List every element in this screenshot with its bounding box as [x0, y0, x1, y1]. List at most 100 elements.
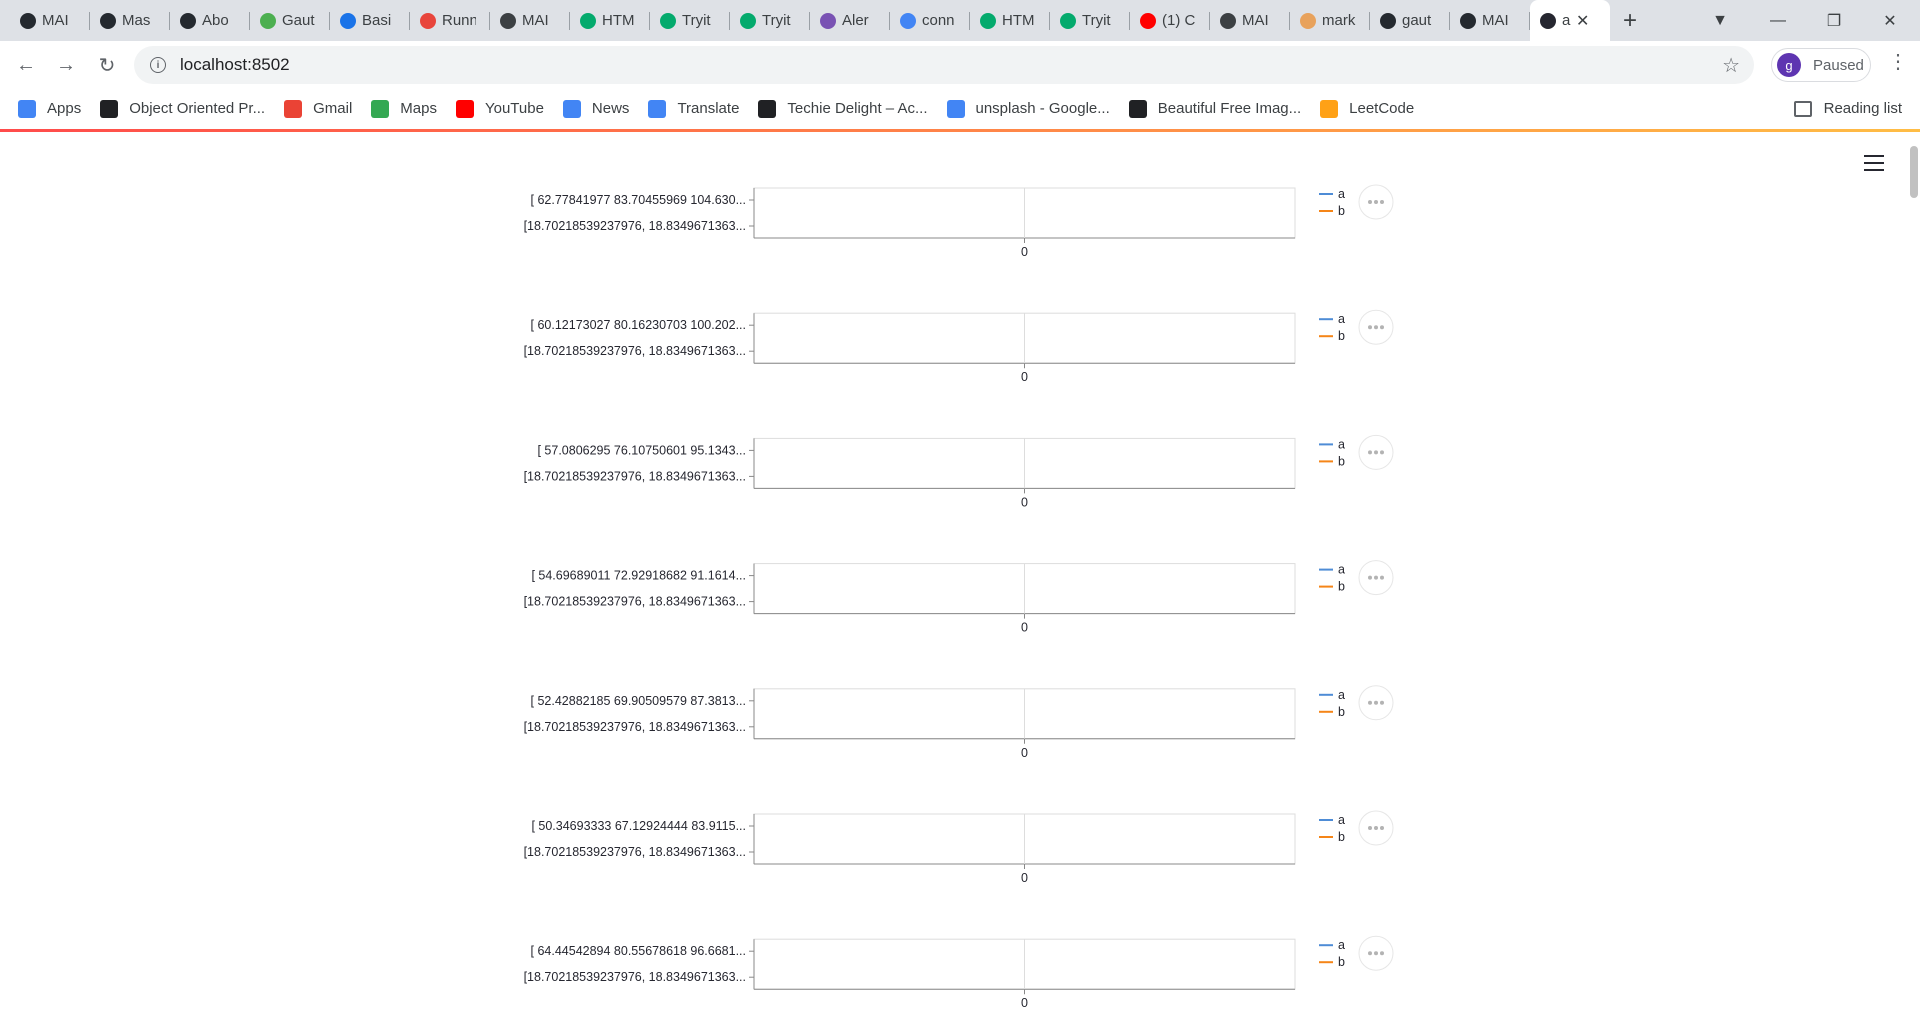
legend-label: a: [1338, 437, 1345, 451]
legend-label: b: [1338, 329, 1345, 343]
cloud-icon: [420, 12, 436, 29]
translate-icon: [648, 99, 667, 118]
tab[interactable]: Gaut: [250, 0, 330, 41]
tab[interactable]: conn: [890, 0, 970, 41]
bookmark-label: Gmail: [313, 100, 353, 117]
forward-icon[interactable]: →: [50, 49, 82, 81]
tab[interactable]: Tryit: [730, 0, 810, 41]
tab[interactable]: gaut: [1370, 0, 1450, 41]
minimize-icon[interactable]: —: [1750, 0, 1806, 41]
chart-actions-button[interactable]: [1358, 309, 1394, 345]
x-tick-label: 0: [1021, 621, 1028, 635]
tab[interactable]: Basi: [330, 0, 410, 41]
x-tick-label: 0: [1021, 871, 1028, 885]
bookmark-item[interactable]: Object Oriented Pr...: [100, 99, 265, 118]
legend-label: a: [1338, 563, 1345, 577]
new-tab-button[interactable]: +: [1610, 0, 1650, 41]
back-icon[interactable]: ←: [10, 49, 42, 81]
chart-actions-button[interactable]: [1358, 184, 1394, 220]
bookmark-label: News: [591, 100, 630, 117]
tab-active[interactable]: a ✕: [1530, 0, 1610, 41]
chart-actions-button[interactable]: [1358, 810, 1394, 846]
tab-title: Mas: [122, 12, 151, 29]
streamlit-icon: [1540, 12, 1556, 29]
bookmark-label: Beautiful Free Imag...: [1157, 100, 1302, 117]
chart-actions-button[interactable]: [1358, 434, 1394, 470]
globe-icon: [500, 12, 516, 29]
tab-title: conn: [922, 12, 955, 29]
tab-title: Tryit: [762, 12, 791, 29]
legend-label: a: [1338, 312, 1345, 326]
more-dots-icon: [1374, 826, 1378, 830]
bookmark-label: YouTube: [484, 100, 544, 117]
bookmark-item[interactable]: Techie Delight – Ac...: [758, 99, 928, 118]
bookmark-item[interactable]: YouTube: [455, 99, 544, 118]
tab[interactable]: Runn: [410, 0, 490, 41]
bookmark-item[interactable]: Beautiful Free Imag...: [1128, 99, 1302, 118]
url-text[interactable]: localhost:8502: [180, 55, 290, 75]
td-icon: [758, 99, 777, 118]
tab[interactable]: Tryit: [650, 0, 730, 41]
tab-title: Tryit: [682, 12, 711, 29]
bookmark-item[interactable]: unsplash - Google...: [946, 99, 1110, 118]
google-icon: [946, 99, 965, 118]
restore-icon[interactable]: ❐: [1806, 0, 1862, 41]
reading-list-button[interactable]: Reading list: [1793, 88, 1902, 129]
more-dots-icon: [1368, 450, 1372, 455]
line-chart: [ 52.42882185 69.90509579 87.3813... [18.…: [524, 685, 1394, 760]
bookmark-star-icon[interactable]: ☆: [1722, 53, 1740, 78]
avatar: g: [1777, 53, 1801, 77]
bookmark-item[interactable]: Gmail: [284, 99, 353, 118]
tab[interactable]: Abo: [170, 0, 250, 41]
address-bar[interactable]: i localhost:8502 ☆: [134, 46, 1754, 84]
scrollbar-thumb[interactable]: [1910, 146, 1918, 198]
tab-title: MAI: [1242, 12, 1269, 29]
profile-status: Paused: [1813, 56, 1864, 74]
x-tick-label: 0: [1021, 996, 1028, 1010]
bookmark-item[interactable]: Translate: [648, 99, 740, 118]
atlassian-icon: [340, 12, 356, 29]
tab[interactable]: MAI: [1450, 0, 1530, 41]
x-tick-label: 0: [1021, 370, 1028, 384]
line-chart: [ 64.44542894 80.55678618 96.6681... [18.…: [524, 935, 1394, 1010]
tab[interactable]: Mas: [90, 0, 170, 41]
close-window-icon[interactable]: ✕: [1862, 0, 1918, 41]
more-dots-icon: [1380, 575, 1384, 580]
tab-search-icon[interactable]: ▼: [1692, 0, 1748, 41]
tab[interactable]: MAI: [1210, 0, 1290, 41]
chart-actions-button[interactable]: [1358, 685, 1394, 721]
tab[interactable]: Aler: [810, 0, 890, 41]
bookmark-item[interactable]: News: [562, 99, 630, 118]
tab[interactable]: (1) C: [1130, 0, 1210, 41]
tab[interactable]: HTM: [570, 0, 650, 41]
tab[interactable]: HTM: [970, 0, 1050, 41]
more-dots-icon: [1374, 325, 1378, 330]
github-icon: [180, 12, 196, 29]
chart-actions-button[interactable]: [1358, 935, 1394, 971]
y-tick-label: [ 62.77841977 83.70455969 104.630...: [531, 193, 746, 207]
leaf-icon: [260, 12, 276, 29]
w3schools-icon: [1060, 12, 1076, 29]
site-info-icon[interactable]: i: [150, 57, 166, 73]
tab[interactable]: mark: [1290, 0, 1370, 41]
tab[interactable]: Tryit: [1050, 0, 1130, 41]
reload-icon[interactable]: ↻: [91, 49, 123, 81]
bookmark-item[interactable]: LeetCode: [1320, 99, 1414, 118]
close-tab-icon[interactable]: ✕: [1576, 11, 1589, 31]
y-tick-label: [18.70218539237976, 18.8349671363...: [524, 469, 746, 483]
tab[interactable]: MAI: [490, 0, 570, 41]
browser-menu-icon[interactable]: ⋮: [1888, 49, 1908, 74]
profile-button[interactable]: g Paused: [1771, 48, 1871, 82]
unsplash-icon: [1128, 99, 1147, 118]
w3schools-icon: [980, 12, 996, 29]
tab-title: mark: [1322, 12, 1356, 29]
maps-pin-icon: [371, 99, 390, 118]
bookmark-item[interactable]: Apps: [18, 99, 81, 118]
tab-title: Runn: [442, 12, 476, 29]
tab[interactable]: MAI: [10, 0, 90, 41]
y-tick-label: [ 52.42882185 69.90509579 87.3813...: [531, 694, 746, 708]
github-icon: [100, 12, 116, 29]
bookmark-label: Translate: [677, 100, 740, 117]
bookmark-item[interactable]: Maps: [371, 99, 437, 118]
chart-actions-button[interactable]: [1358, 560, 1394, 596]
